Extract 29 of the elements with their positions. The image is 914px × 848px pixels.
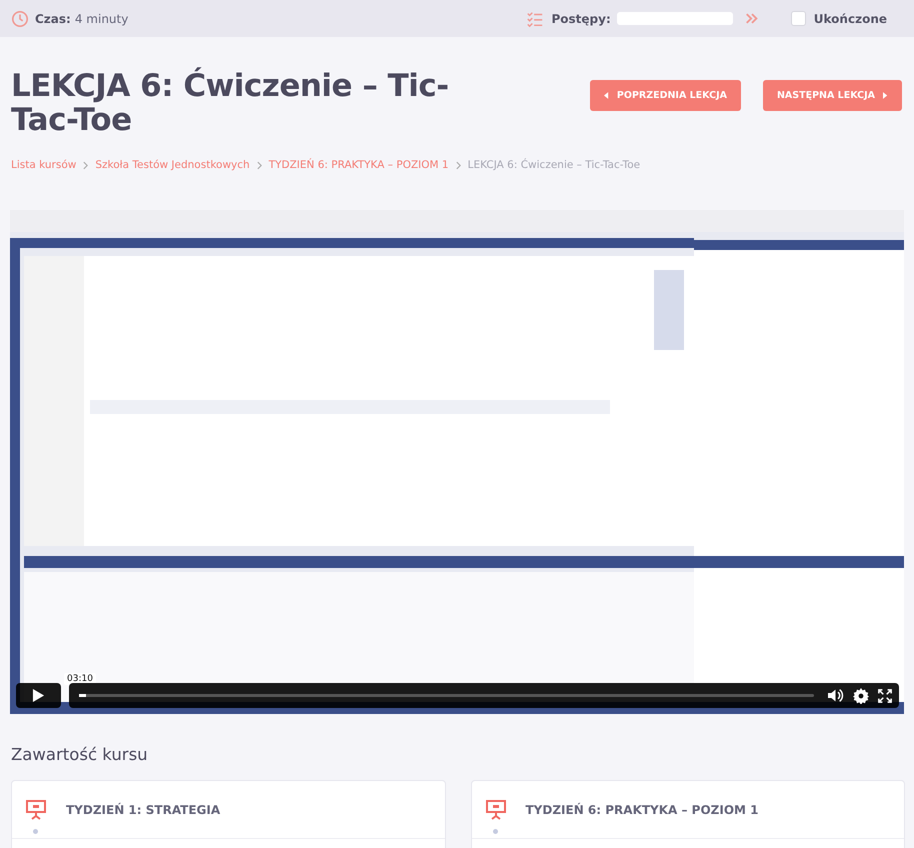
completed-label: Ukończone <box>814 12 887 26</box>
section-title[interactable]: TYDZIEŃ 6: PRAKTYKA – POZIOM 1 <box>526 803 759 817</box>
double-chevron-icon <box>744 13 759 24</box>
fullscreen-icon[interactable] <box>878 688 892 702</box>
completed-checkbox[interactable] <box>790 11 806 26</box>
triangle-left-icon <box>604 92 609 99</box>
previous-lesson-button[interactable]: POPRZEDNIA LEKCJA <box>590 80 741 111</box>
settings-icon[interactable] <box>853 688 869 704</box>
clock-icon <box>11 10 29 28</box>
chevron-icon <box>256 160 262 170</box>
play-icon <box>32 688 45 703</box>
presentation-icon <box>486 799 506 821</box>
checklist-icon <box>526 10 544 28</box>
chevron-icon <box>83 160 88 170</box>
breadcrumb-link[interactable]: Szkoła Testów Jednostkowych <box>95 159 250 171</box>
play-button[interactable] <box>16 683 61 708</box>
triangle-right-icon <box>883 92 888 99</box>
section-title[interactable]: TYDZIEŃ 1: STRATEGIA <box>66 803 220 817</box>
breadcrumb-link[interactable]: TYDZIEŃ 6: PRAKTYKA – POZIOM 1 <box>268 159 449 171</box>
next-lesson-button[interactable]: NASTĘPNA LEKCJA <box>762 80 902 111</box>
section-heading: Zawartość kursu <box>11 745 149 764</box>
presentation-icon <box>26 799 46 821</box>
time-value: 4 minuty <box>74 12 128 26</box>
volume-icon[interactable] <box>827 688 844 703</box>
chevron-icon <box>456 160 461 170</box>
breadcrumb-link[interactable]: Lista kursów <box>11 159 76 171</box>
progress-label: Postępy: <box>552 12 611 26</box>
lesson-title: LEKCJA 6: Ćwiczenie – Tic-Tac-Toe <box>11 69 450 137</box>
time-label: Czas: <box>35 12 71 26</box>
